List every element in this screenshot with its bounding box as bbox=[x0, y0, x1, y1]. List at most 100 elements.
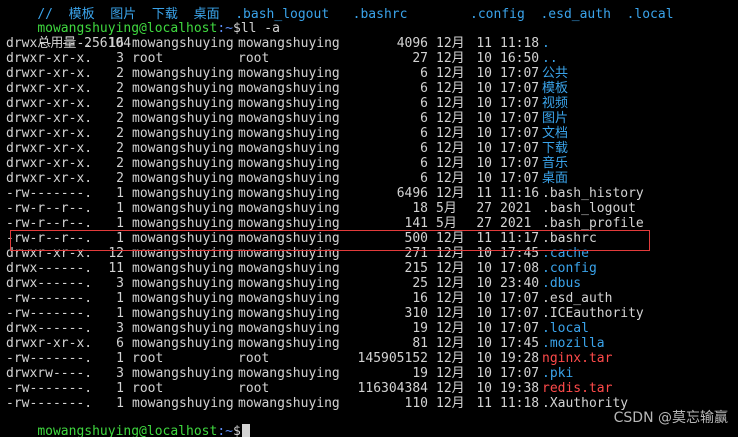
final-prompt-line[interactable]: mowangshuying@localhost:~$ bbox=[6, 409, 250, 437]
file-name: 图片 bbox=[542, 111, 569, 126]
owner: mowangshuying bbox=[132, 291, 234, 306]
group: root bbox=[238, 381, 270, 396]
permissions: drwxr-xr-x. bbox=[6, 336, 93, 351]
link-count: 2 bbox=[116, 81, 124, 96]
day: 11 bbox=[476, 231, 492, 246]
owner: mowangshuying bbox=[132, 36, 234, 51]
group: mowangshuying bbox=[238, 276, 340, 291]
day: 10 bbox=[476, 156, 492, 171]
permissions: -rw-------. bbox=[6, 351, 93, 366]
day: 10 bbox=[476, 246, 492, 261]
link-count: 3 bbox=[116, 321, 124, 336]
file-size: 6 bbox=[420, 171, 428, 186]
final-prompt-path: :~ bbox=[217, 424, 233, 437]
day: 10 bbox=[476, 111, 492, 126]
file-size: 141 bbox=[404, 216, 428, 231]
file-size: 6 bbox=[420, 141, 428, 156]
month: 12月 bbox=[436, 381, 465, 396]
permissions: -rw-r--r--. bbox=[6, 216, 93, 231]
owner: mowangshuying bbox=[132, 96, 234, 111]
file-size: 6 bbox=[420, 81, 428, 96]
group: mowangshuying bbox=[238, 66, 340, 81]
month: 5月 bbox=[436, 201, 457, 216]
owner: mowangshuying bbox=[132, 111, 234, 126]
day: 10 bbox=[476, 276, 492, 291]
group: mowangshuying bbox=[238, 201, 340, 216]
group: mowangshuying bbox=[238, 291, 340, 306]
file-size: 6 bbox=[420, 96, 428, 111]
link-count: 3 bbox=[116, 51, 124, 66]
owner: root bbox=[132, 381, 164, 396]
permissions: drwxr-xr-x. bbox=[6, 51, 93, 66]
link-count: 11 bbox=[108, 261, 124, 276]
file-size: 116304384 bbox=[357, 381, 428, 396]
time: 17:07 bbox=[500, 366, 540, 381]
final-prompt-user-host: mowangshuying@localhost bbox=[37, 424, 218, 437]
permissions: drwxrw----. bbox=[6, 366, 93, 381]
month: 5月 bbox=[436, 216, 457, 231]
day: 10 bbox=[476, 291, 492, 306]
day: 10 bbox=[476, 321, 492, 336]
group: mowangshuying bbox=[238, 96, 340, 111]
permissions: -rw-------. bbox=[6, 306, 93, 321]
group: mowangshuying bbox=[238, 336, 340, 351]
owner: root bbox=[132, 351, 164, 366]
time: 23:40 bbox=[500, 276, 540, 291]
time: 17:07 bbox=[500, 291, 540, 306]
day: 11 bbox=[476, 396, 492, 411]
file-size: 81 bbox=[412, 336, 428, 351]
file-name: 下载 bbox=[542, 141, 569, 156]
link-count: 6 bbox=[116, 336, 124, 351]
file-size: 4096 bbox=[396, 36, 428, 51]
file-name: nginx.tar bbox=[542, 351, 613, 366]
owner: mowangshuying bbox=[132, 276, 234, 291]
group: mowangshuying bbox=[238, 246, 340, 261]
link-count: 16 bbox=[108, 36, 124, 51]
owner: mowangshuying bbox=[132, 246, 234, 261]
terminal-window[interactable]: // 模板 图片 下载 桌面 .bash_logout .bashrc .con… bbox=[0, 0, 738, 437]
day: 10 bbox=[476, 51, 492, 66]
link-count: 2 bbox=[116, 141, 124, 156]
month: 12月 bbox=[436, 66, 465, 81]
link-count: 2 bbox=[116, 126, 124, 141]
owner: mowangshuying bbox=[132, 366, 234, 381]
link-count: 1 bbox=[116, 306, 124, 321]
link-count: 1 bbox=[116, 231, 124, 246]
file-name: 视频 bbox=[542, 96, 569, 111]
file-size: 6 bbox=[420, 126, 428, 141]
day: 10 bbox=[476, 351, 492, 366]
link-count: 1 bbox=[116, 216, 124, 231]
owner: mowangshuying bbox=[132, 186, 234, 201]
file-size: 6 bbox=[420, 111, 428, 126]
month: 12月 bbox=[436, 231, 465, 246]
file-size: 145905152 bbox=[357, 351, 428, 366]
day: 10 bbox=[476, 81, 492, 96]
command-line: mowangshuying@localhost:~$ll -a bbox=[6, 6, 280, 36]
owner: mowangshuying bbox=[132, 81, 234, 96]
link-count: 2 bbox=[116, 66, 124, 81]
group: root bbox=[238, 51, 270, 66]
permissions: drwx------. bbox=[6, 36, 93, 51]
file-name: .bash_history bbox=[542, 186, 644, 201]
time: 11:18 bbox=[500, 396, 540, 411]
file-name: .ICEauthority bbox=[542, 306, 644, 321]
file-name: 音乐 bbox=[542, 156, 569, 171]
day: 10 bbox=[476, 366, 492, 381]
file-name: .config bbox=[542, 261, 597, 276]
time: 17:07 bbox=[500, 156, 540, 171]
month: 12月 bbox=[436, 186, 465, 201]
day: 10 bbox=[476, 96, 492, 111]
group: mowangshuying bbox=[238, 171, 340, 186]
owner: mowangshuying bbox=[132, 321, 234, 336]
link-count: 1 bbox=[116, 201, 124, 216]
time: 17:07 bbox=[500, 81, 540, 96]
text-cursor bbox=[241, 424, 250, 437]
time: 19:28 bbox=[500, 351, 540, 366]
time: 2021 bbox=[500, 216, 532, 231]
file-name: .mozilla bbox=[542, 336, 605, 351]
link-count: 3 bbox=[116, 366, 124, 381]
month: 12月 bbox=[436, 351, 465, 366]
group: mowangshuying bbox=[238, 366, 340, 381]
prompt-symbol: $ bbox=[232, 21, 241, 36]
month: 12月 bbox=[436, 246, 465, 261]
